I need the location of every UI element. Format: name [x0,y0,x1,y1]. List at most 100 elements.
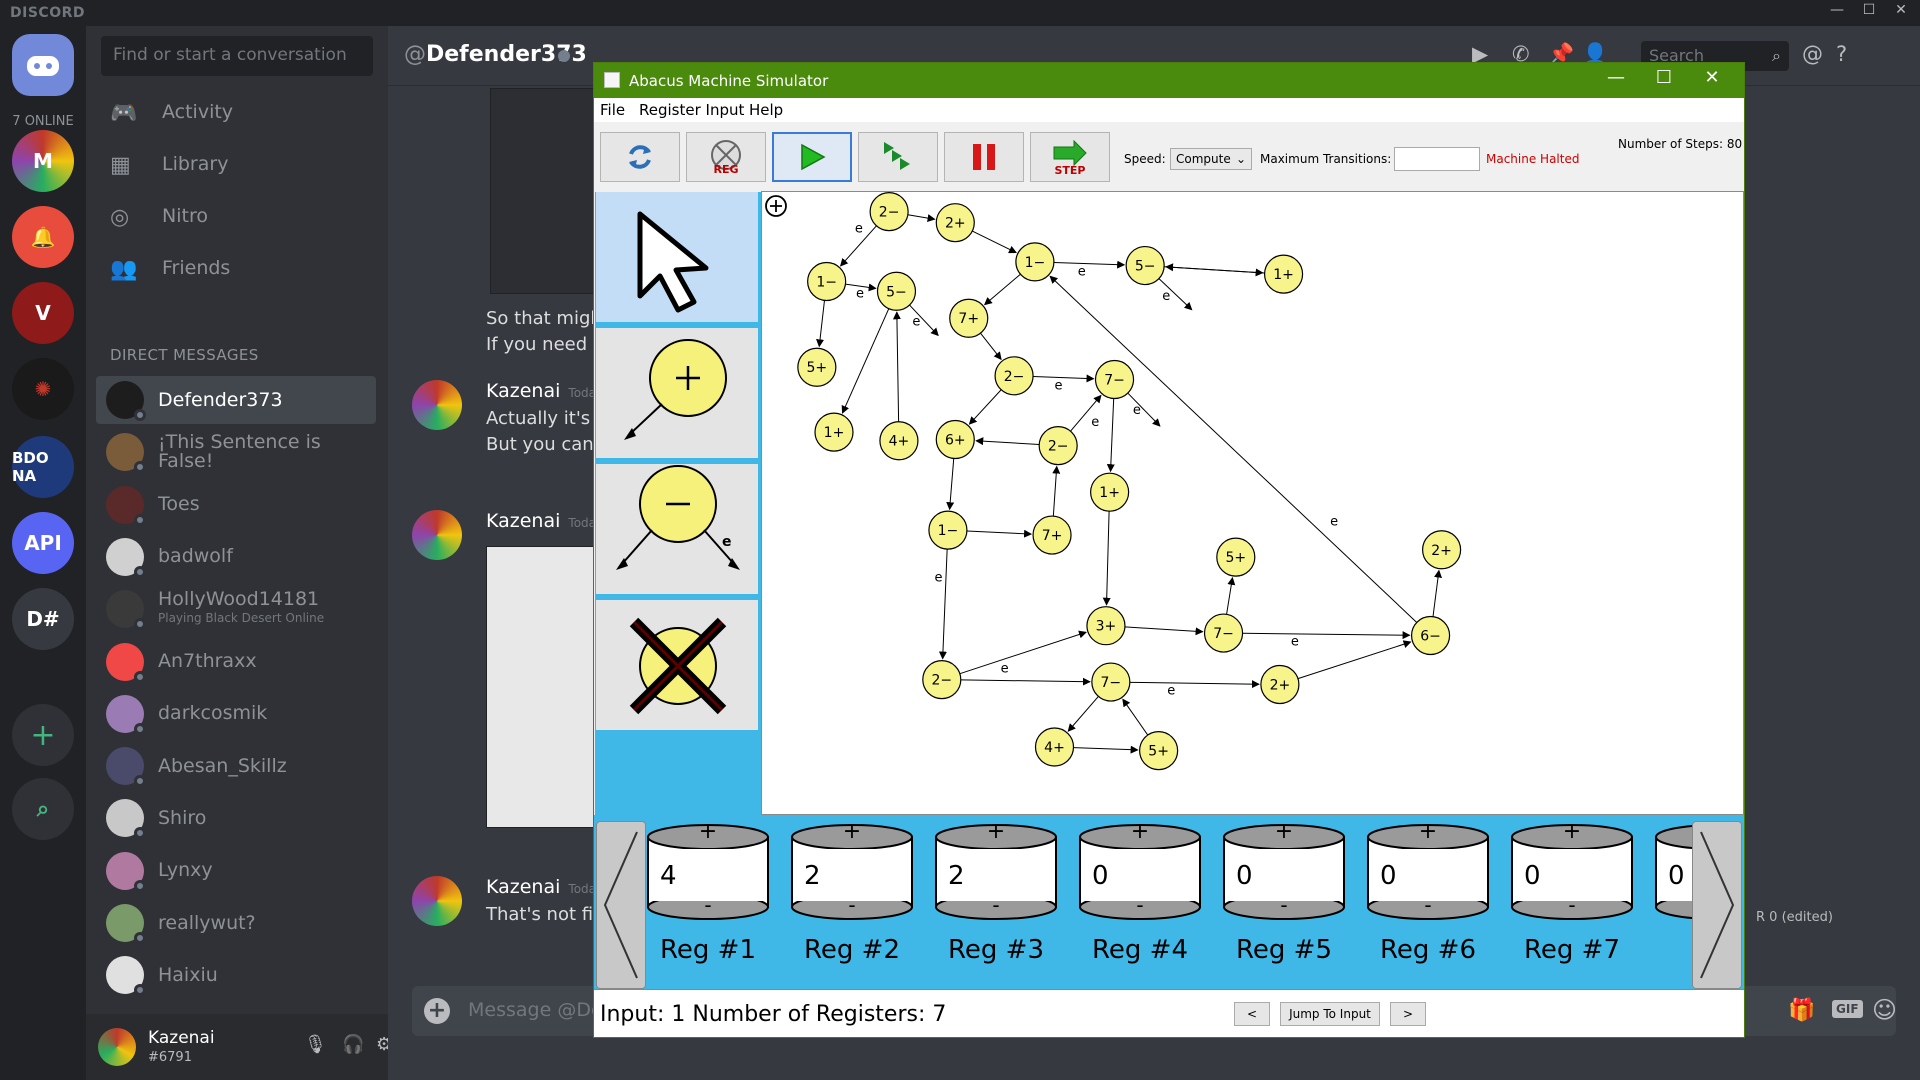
close-icon[interactable]: ✕ [1890,2,1912,24]
step-button[interactable]: STEP [1030,132,1110,182]
increment-button[interactable]: + [1654,819,1692,844]
nav-friends[interactable]: 👥 Friends [110,250,370,286]
increment-button[interactable]: + [1222,819,1346,844]
message-author[interactable]: Kazenai Toda [486,380,596,402]
select-tool[interactable] [596,192,758,325]
dm-item[interactable]: HollyWood14181 Playing Black Desert Onlin… [96,585,376,633]
add-node-tool[interactable] [596,328,758,461]
dm-item[interactable]: An7thraxx [96,638,376,686]
register-value[interactable]: 0 [1092,861,1109,891]
nav-nitro[interactable]: ◎ Nitro [110,198,370,234]
upload-plus-icon[interactable]: + [424,998,450,1024]
decrement-button[interactable]: - [934,893,1058,917]
increment-button[interactable]: + [934,819,1058,844]
close-icon[interactable]: ✕ [1692,67,1732,93]
register-value[interactable]: 0 [1668,861,1685,891]
next-input-button[interactable]: > [1390,1002,1426,1026]
avatar[interactable] [98,1028,136,1066]
menu-register-input[interactable]: Register Input [639,101,744,119]
node-label: 2− [1004,369,1025,385]
message-author[interactable]: Kazenai Toda [486,510,596,532]
message-attachment-image[interactable] [486,546,610,828]
gift-icon[interactable]: 🎁 [1788,998,1815,1023]
previous-input-button[interactable]: < [1234,1002,1270,1026]
server-icon[interactable]: M [12,130,74,192]
jump-to-input-button[interactable]: Jump To Input [1280,1002,1380,1026]
message-author[interactable]: Kazenai Toda [486,876,596,898]
increment-button[interactable]: + [790,819,914,844]
explore-search-icon[interactable]: ⌕ [12,778,74,840]
increment-button[interactable]: + [1510,819,1634,844]
avatar[interactable] [412,876,462,926]
reset-button[interactable] [600,132,680,182]
server-icon[interactable]: API [12,512,74,574]
register-value[interactable]: 2 [948,861,965,891]
minimize-icon[interactable]: — [1596,67,1636,93]
avatar[interactable] [412,380,462,430]
composer-placeholder[interactable]: Message @De [468,999,603,1021]
bell-server-icon[interactable]: 🔔 [12,206,74,268]
dm-item[interactable]: Defender373 [96,376,376,424]
decrement-button[interactable]: - [646,893,770,917]
dm-item[interactable]: reallywut? [96,899,376,947]
home-icon[interactable] [12,34,74,96]
max-transitions-input[interactable] [1394,147,1480,171]
increment-button[interactable]: + [1366,819,1490,844]
decrement-button[interactable]: - [790,893,914,917]
speed-select[interactable]: Compute ⌄ [1170,148,1252,170]
headphones-icon[interactable]: 🎧 [342,1034,364,1055]
dm-item[interactable]: ¡This Sentence is False! [96,428,376,476]
minimize-icon[interactable]: — [1826,2,1848,24]
maximize-icon[interactable]: ☐ [1644,67,1684,93]
mention-icon[interactable]: @ [1802,42,1823,66]
scroll-right-button[interactable] [1692,821,1742,989]
author-name[interactable]: Kazenai [486,876,560,898]
dm-item[interactable]: Toes [96,481,376,529]
increment-button[interactable]: + [646,819,770,844]
dm-item[interactable]: Haixiu [96,951,376,999]
dm-search-input[interactable]: Find or start a conversation [101,36,373,76]
step-through-button[interactable] [858,132,938,182]
register-value[interactable]: 0 [1236,861,1253,891]
register-value[interactable]: 0 [1524,861,1541,891]
menu-file[interactable]: File [600,101,625,119]
avatar[interactable] [412,510,462,560]
author-name[interactable]: Kazenai [486,510,560,532]
server-icon[interactable]: V [12,282,74,344]
decrement-button[interactable]: - [1222,893,1346,917]
decrement-button[interactable]: - [1510,893,1634,917]
help-icon[interactable]: ? [1836,42,1847,66]
register-value[interactable]: 0 [1380,861,1397,891]
dm-item[interactable]: Shiro [96,794,376,842]
dm-item[interactable]: darkcosmik [96,690,376,738]
menu-help[interactable]: Help [749,101,783,119]
emoji-icon[interactable]: ☺ [1872,996,1897,1024]
decrement-button[interactable]: - [1366,893,1490,917]
server-icon[interactable]: D# [12,588,74,650]
message-attachment-image[interactable] [490,88,610,294]
subtract-node-tool[interactable]: e [596,464,758,597]
dm-item[interactable]: Abesan_Skillz [96,742,376,790]
increment-button[interactable]: + [1078,819,1202,844]
run-button[interactable] [772,132,852,182]
decrement-button[interactable]: - [1654,893,1692,917]
delete-tool[interactable] [596,600,758,733]
author-name[interactable]: Kazenai [486,380,560,402]
server-icon[interactable]: BDO NA [12,436,74,498]
dm-item[interactable]: badwolf [96,533,376,581]
dm-item[interactable]: Lynxy [96,847,376,895]
pause-button[interactable] [944,132,1024,182]
microphone-icon[interactable]: 🎙 [304,1034,327,1055]
decrement-button[interactable]: - [1078,893,1202,917]
maximize-icon[interactable]: ☐ [1858,2,1880,24]
dm-activity: Playing Black Desert Online [158,611,325,626]
add-server-icon[interactable]: + [12,704,74,766]
machine-canvas[interactable]: e e e e e e e e e e e e e 2− 2+ 1− 5− 5+ 1− 5− 1+ 7+ 2− 7− 1+ 4+… [761,191,1744,815]
register-value[interactable]: 2 [804,861,821,891]
nav-library[interactable]: ▦ Library [110,146,370,182]
reset-registers-button[interactable]: REG [686,132,766,182]
register-value[interactable]: 4 [660,861,677,891]
nav-activity[interactable]: 🎮 Activity [110,94,370,130]
rune-server-icon[interactable]: ✺ [12,358,74,420]
gif-icon[interactable]: GIF [1832,1000,1863,1018]
